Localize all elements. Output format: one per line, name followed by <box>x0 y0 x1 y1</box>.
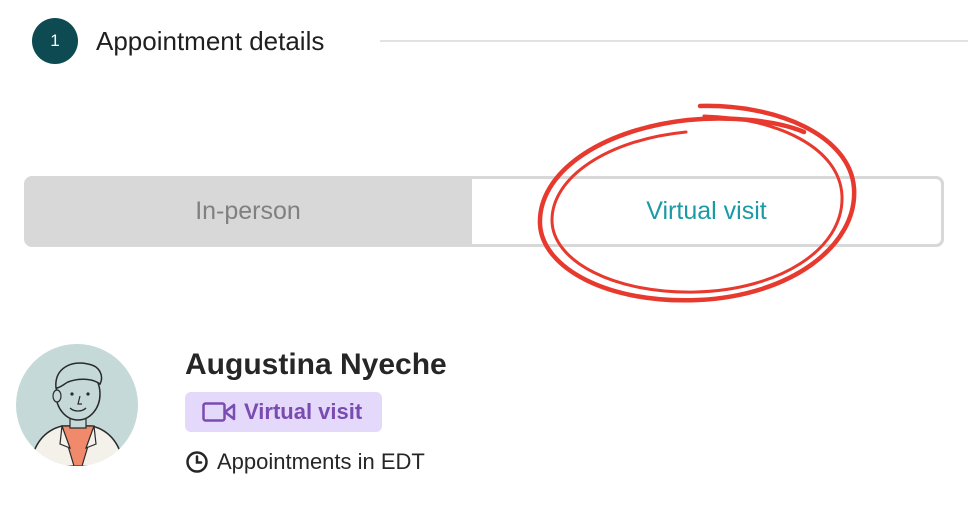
step-header: 1 Appointment details <box>32 18 968 64</box>
virtual-visit-badge: Virtual visit <box>185 392 382 432</box>
step-title: Appointment details <box>96 26 325 56</box>
provider-avatar <box>16 344 138 466</box>
timezone-note: Appointments in EDT <box>217 449 425 474</box>
video-camera-icon <box>202 402 236 422</box>
provider-name: Augustina Nyeche <box>185 348 447 381</box>
clock-icon <box>186 451 208 473</box>
virtual-visit-option[interactable]: Virtual visit <box>472 176 944 247</box>
step-number-badge: 1 <box>32 18 78 64</box>
visit-badge-label: Virtual visit <box>244 399 363 424</box>
in-person-option[interactable]: In-person <box>24 176 472 247</box>
timezone-row: Appointments in EDT <box>185 449 425 475</box>
provider-illustration <box>29 362 125 466</box>
visit-type-toggle: In-person Virtual visit <box>24 176 944 247</box>
step-divider <box>380 40 968 42</box>
